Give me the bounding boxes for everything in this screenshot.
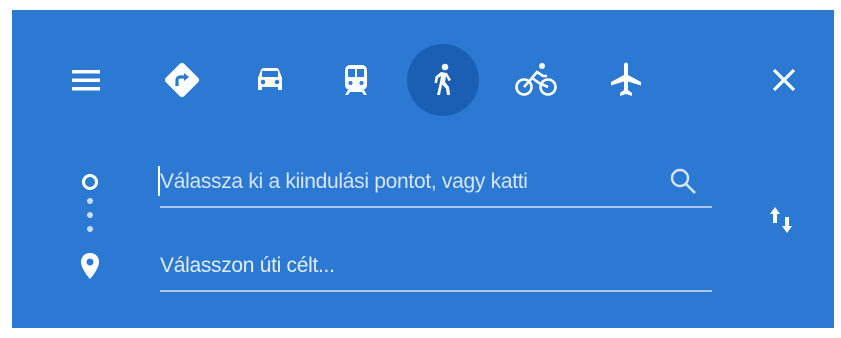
swap-arrows-icon — [770, 207, 792, 233]
origin-circle-icon — [82, 174, 98, 190]
close-button[interactable] — [764, 60, 804, 100]
origin-placeholder: Válassza ki a kiindulási pontot, vagy ka… — [160, 170, 528, 193]
directions-panel: Válassza ki a kiindulási pontot, vagy ka… — [12, 10, 834, 328]
route-dot — [87, 198, 93, 204]
travel-mode-bar — [12, 10, 834, 150]
walking-person-icon — [434, 63, 451, 95]
bicycle-icon — [515, 63, 557, 96]
mode-cycling-button[interactable] — [500, 44, 572, 116]
train-icon — [345, 65, 367, 95]
origin-input[interactable]: Válassza ki a kiindulási pontot, vagy ka… — [158, 158, 712, 208]
route-dot — [87, 212, 93, 218]
close-icon — [772, 68, 796, 92]
location-pin-icon — [81, 253, 99, 279]
car-icon — [258, 68, 282, 90]
airplane-icon — [611, 62, 641, 96]
route-markers — [72, 150, 108, 330]
search-button[interactable] — [666, 164, 700, 198]
menu-button[interactable] — [50, 44, 122, 116]
route-dot — [87, 226, 93, 232]
destination-input[interactable]: Válasszon úti célt... — [160, 242, 712, 292]
mode-walking-button[interactable] — [407, 44, 479, 116]
mode-best-route-button[interactable] — [146, 44, 218, 116]
hamburger-menu-icon — [72, 70, 100, 91]
mode-flights-button[interactable] — [590, 44, 662, 116]
destination-placeholder: Válasszon úti célt... — [160, 254, 335, 277]
diamond-turn-arrow-icon — [164, 62, 200, 98]
mode-driving-button[interactable] — [234, 44, 306, 116]
route-inputs: Válassza ki a kiindulási pontot, vagy ka… — [12, 150, 834, 328]
search-icon — [670, 168, 696, 194]
swap-origin-destination-button[interactable] — [760, 198, 804, 242]
active-mode-indicator — [407, 44, 479, 116]
mode-transit-button[interactable] — [320, 44, 392, 116]
